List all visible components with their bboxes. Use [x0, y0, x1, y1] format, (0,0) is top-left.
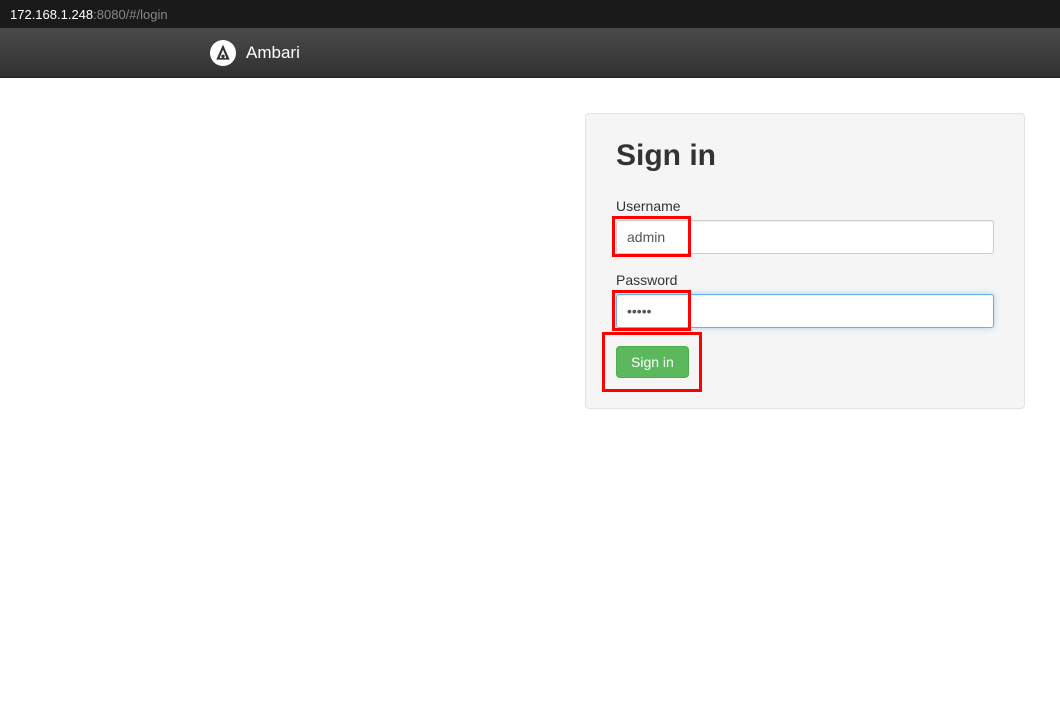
- password-label: Password: [616, 272, 994, 288]
- password-input[interactable]: [616, 294, 994, 328]
- url-host: 172.168.1.248: [10, 7, 93, 22]
- url-port-path: :8080/#/login: [93, 7, 167, 22]
- navbar: Ambari: [0, 28, 1060, 78]
- username-input[interactable]: [616, 220, 994, 254]
- username-label: Username: [616, 198, 994, 214]
- brand-text: Ambari: [246, 43, 300, 63]
- browser-address-bar[interactable]: 172.168.1.248:8080/#/login: [0, 0, 1060, 28]
- password-group: Password: [616, 272, 994, 328]
- login-title: Sign in: [616, 139, 994, 173]
- signin-button[interactable]: Sign in: [616, 346, 689, 378]
- username-group: Username: [616, 198, 994, 254]
- brand-link[interactable]: Ambari: [210, 40, 300, 66]
- page-content: Sign in Username Password Sign in: [0, 78, 1060, 409]
- ambari-logo-icon: [210, 40, 236, 66]
- login-panel: Sign in Username Password Sign in: [585, 113, 1025, 409]
